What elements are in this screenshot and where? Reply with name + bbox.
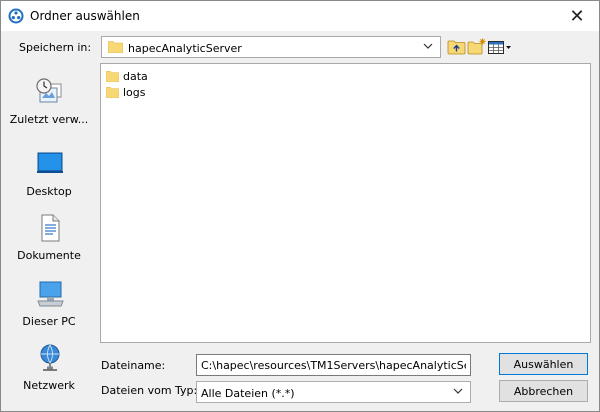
- this-pc-icon: [37, 281, 64, 307]
- folder-icon: [108, 41, 123, 53]
- chevron-down-icon: [453, 388, 463, 394]
- save-in-value: hapecAnalyticServer: [128, 42, 242, 55]
- place-desktop[interactable]: Desktop: [5, 149, 93, 213]
- view-menu-icon[interactable]: [487, 38, 513, 56]
- save-in-label: Speichern in:: [19, 41, 92, 54]
- new-folder-icon[interactable]: [467, 38, 487, 56]
- recent-places-icon: [36, 78, 62, 103]
- place-this-pc[interactable]: Dieser PC: [5, 279, 93, 343]
- folder-icon: [106, 71, 119, 82]
- file-list[interactable]: data logs: [100, 63, 591, 343]
- title-bar: Ordner auswählen ✕: [1, 1, 599, 31]
- desktop-icon: [37, 152, 63, 173]
- file-name: data: [123, 70, 148, 83]
- filename-input[interactable]: [196, 354, 471, 376]
- place-label: Dokumente: [17, 249, 81, 262]
- close-icon: ✕: [569, 5, 585, 27]
- place-recent[interactable]: Zuletzt verw...: [5, 77, 93, 141]
- documents-icon: [41, 214, 60, 242]
- select-button[interactable]: Auswählen: [499, 353, 588, 375]
- place-documents[interactable]: Dokumente: [5, 213, 93, 277]
- place-label: Zuletzt verw...: [9, 113, 89, 126]
- filetype-select[interactable]: Alle Dateien (*.*): [196, 381, 471, 403]
- place-label: Desktop: [26, 185, 72, 198]
- app-icon: [8, 8, 24, 24]
- filename-label: Dateiname:: [101, 359, 166, 372]
- network-icon: [40, 344, 60, 371]
- filetype-value: Alle Dateien (*.*): [201, 387, 295, 400]
- close-button[interactable]: ✕: [555, 1, 599, 31]
- file-name: logs: [123, 86, 146, 99]
- save-in-combo[interactable]: hapecAnalyticServer: [101, 36, 441, 58]
- chevron-down-icon: [423, 43, 433, 49]
- place-network[interactable]: Netzwerk: [5, 343, 93, 407]
- folder-up-icon[interactable]: [447, 38, 467, 56]
- window-title: Ordner auswählen: [30, 9, 140, 23]
- folder-icon: [106, 87, 119, 98]
- folder-dialog: Ordner auswählen ✕ Speichern in: hapecAn…: [0, 0, 600, 412]
- filetype-label: Dateien vom Typ:: [101, 384, 198, 397]
- place-label: Dieser PC: [22, 315, 76, 328]
- place-label: Netzwerk: [23, 379, 75, 392]
- cancel-button[interactable]: Abbrechen: [499, 380, 588, 402]
- places-bar: Zuletzt verw... Desktop Dokumente Dieser…: [5, 61, 93, 403]
